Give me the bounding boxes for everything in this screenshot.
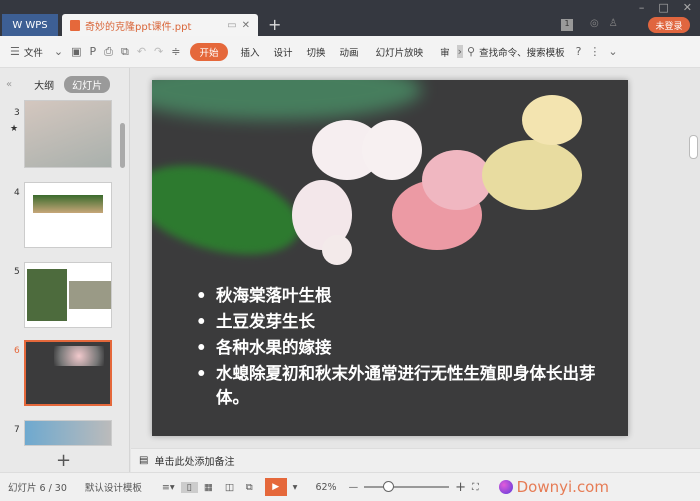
- notes-icon: ▤: [139, 455, 149, 466]
- notes-placeholder[interactable]: 单击此处添加备注: [154, 453, 234, 468]
- chevron-down-icon[interactable]: ⌄: [50, 45, 67, 58]
- more-vertical-icon[interactable]: ⋮: [585, 45, 604, 58]
- collapse-panel-icon[interactable]: «: [6, 79, 12, 90]
- slide-counter: 幻灯片 6 / 30: [8, 483, 67, 494]
- more-icon[interactable]: ≑: [167, 45, 184, 58]
- animation-star-icon: ★: [10, 124, 19, 134]
- slide-thumbnail-3[interactable]: [24, 100, 112, 168]
- app-name: WPS: [25, 19, 48, 31]
- zoom-slider[interactable]: [364, 481, 450, 492]
- new-tab-button[interactable]: +: [268, 15, 281, 34]
- slide-thumbnail-7[interactable]: [24, 420, 112, 446]
- file-menu[interactable]: 文件: [24, 45, 50, 59]
- add-slide-button[interactable]: +: [56, 450, 71, 471]
- redo-icon[interactable]: ↷: [150, 45, 167, 58]
- save-icon[interactable]: ▣: [67, 45, 85, 58]
- watermark: Downyi.com: [516, 478, 609, 496]
- tab-outline[interactable]: 大纲: [34, 77, 54, 92]
- template-name[interactable]: 默认设计模板: [79, 480, 148, 494]
- tab-slideshow[interactable]: 幻灯片放映: [366, 45, 434, 59]
- panel-scrollbar[interactable]: [120, 123, 125, 168]
- zoom-in-icon[interactable]: +: [455, 480, 466, 495]
- slide-thumbnail-5[interactable]: [24, 262, 112, 328]
- skin-icon[interactable]: ◎: [590, 18, 599, 29]
- help-icon[interactable]: ?: [572, 45, 586, 58]
- window-count-badge[interactable]: 1: [561, 19, 573, 31]
- bullet-item: 各种水果的嫁接: [196, 336, 616, 360]
- bullet-item: 秋海棠落叶生根: [196, 284, 616, 308]
- notes-toggle-icon[interactable]: ≡▾: [156, 482, 181, 493]
- slide-thumbnail-6[interactable]: [24, 340, 112, 406]
- tab-slides[interactable]: 幻灯片: [64, 76, 111, 93]
- play-slideshow-button[interactable]: ▶: [264, 478, 287, 496]
- command-search[interactable]: 查找命令、搜索模板: [479, 45, 572, 59]
- menu-icon[interactable]: ☰: [6, 45, 24, 58]
- slide-thumbnail-4[interactable]: [24, 182, 112, 248]
- tab-start[interactable]: 开始: [190, 42, 228, 61]
- print-preview-icon[interactable]: ⧉: [117, 45, 133, 59]
- wps-logo-icon: W: [12, 19, 23, 31]
- ribbon-toolbar: ☰ 文件 ⌄ ▣ P ⎙ ⧉ ↶ ↷ ≑ 开始 插入 设计 切换 动画 幻灯片放…: [0, 36, 700, 68]
- slide-bullet-list: 秋海棠落叶生根 土豆发芽生长 各种水果的嫁接 水螅除夏初和秋末外通常进行无性生殖…: [196, 284, 616, 412]
- collapse-ribbon-icon[interactable]: ⌄: [604, 45, 621, 58]
- thumb-number: 7: [14, 425, 20, 435]
- close-tab-icon[interactable]: ✕: [242, 20, 250, 31]
- zoom-slider-knob[interactable]: [382, 481, 394, 492]
- zoom-level[interactable]: 62%: [309, 482, 342, 493]
- document-tab[interactable]: 奇妙的克隆ppt课件.ppt ▭ ✕: [62, 14, 258, 36]
- pin-icon[interactable]: ▭: [227, 20, 236, 31]
- thumb-number: 5: [14, 267, 20, 277]
- tab-insert[interactable]: 插入: [234, 45, 267, 59]
- zoom-out-icon[interactable]: —: [349, 482, 359, 493]
- slide-sorter-icon[interactable]: ▦: [198, 482, 219, 493]
- search-icon[interactable]: ⚲: [463, 45, 479, 58]
- tab-design[interactable]: 设计: [267, 45, 300, 59]
- maximize-icon[interactable]: □: [658, 1, 668, 14]
- tab-animation[interactable]: 动画: [333, 45, 366, 59]
- close-window-icon[interactable]: ✕: [683, 1, 692, 14]
- thumb-number: 4: [14, 188, 20, 198]
- shirt-icon[interactable]: ♙: [609, 18, 618, 29]
- notes-bar[interactable]: ▤ 单击此处添加备注: [131, 448, 700, 472]
- tab-review[interactable]: 审: [433, 45, 457, 59]
- thumb-number: 3: [14, 108, 20, 118]
- vertical-scrollbar[interactable]: [689, 135, 698, 159]
- presenter-icon[interactable]: ⧉: [240, 482, 259, 493]
- format-painter-icon[interactable]: P: [86, 45, 101, 58]
- fit-window-icon[interactable]: ⛶: [466, 482, 485, 493]
- slide-canvas[interactable]: 秋海棠落叶生根 土豆发芽生长 各种水果的嫁接 水螅除夏初和秋末外通常进行无性生殖…: [152, 80, 628, 436]
- doc-tab-title: 奇妙的克隆ppt课件.ppt: [85, 21, 192, 33]
- bullet-item: 土豆发芽生长: [196, 310, 616, 334]
- ppt-file-icon: [70, 19, 80, 31]
- status-bar: 幻灯片 6 / 30 默认设计模板 ≡▾ ▯ ▦ ◫ ⧉ ▶ ▾ 62% — +…: [0, 472, 700, 501]
- reading-view-icon[interactable]: ◫: [219, 482, 240, 493]
- assistant-orb-icon[interactable]: [498, 480, 513, 494]
- wps-home-tab[interactable]: W WPS: [2, 14, 58, 36]
- minimize-icon[interactable]: –: [639, 1, 645, 14]
- login-button[interactable]: 未登录: [648, 17, 690, 33]
- normal-view-icon[interactable]: ▯: [180, 481, 198, 493]
- print-icon[interactable]: ⎙: [100, 45, 117, 59]
- play-dropdown-icon[interactable]: ▾: [293, 482, 298, 493]
- tab-transition[interactable]: 切换: [300, 45, 333, 59]
- undo-icon[interactable]: ↶: [133, 45, 150, 58]
- thumb-number-current: 6: [14, 346, 20, 356]
- bullet-item: 水螅除夏初和秋末外通常进行无性生殖即身体长出芽体。: [196, 362, 616, 410]
